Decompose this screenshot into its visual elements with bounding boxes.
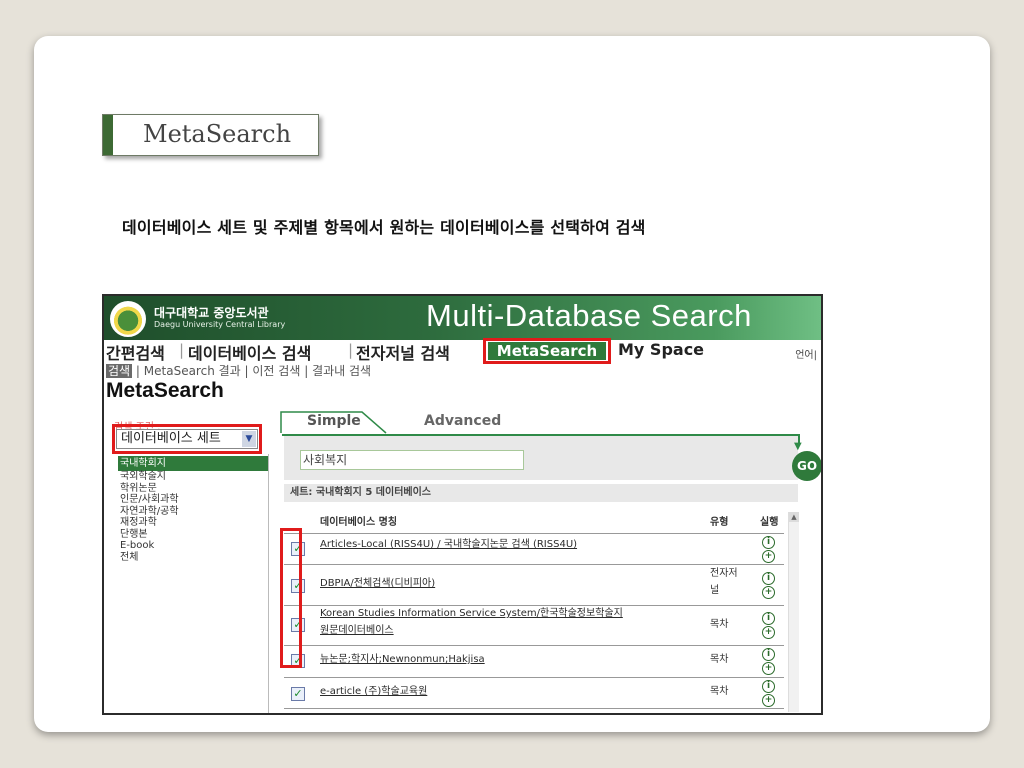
- category-item[interactable]: 인문/사회과학: [118, 494, 268, 506]
- language-link[interactable]: 언어|: [795, 346, 817, 361]
- row-type: 목차: [710, 686, 729, 697]
- database-link[interactable]: 뉴논문;학지사;Newnonmun;Hakjisa: [320, 651, 485, 668]
- main-nav: 간편검색 | 데이터베이스 검색 | 전자저널 검색 My Space: [106, 340, 705, 364]
- tab-advanced[interactable]: Advanced: [424, 413, 501, 429]
- highlight-box-metasearch: [483, 338, 611, 364]
- header-action: 실행: [760, 517, 779, 528]
- table-header: 데이터베이스 명칭 유형 실행: [284, 513, 784, 529]
- tab-simple[interactable]: Simple: [280, 410, 387, 434]
- database-link[interactable]: e-article (주)학술교육원: [320, 683, 427, 700]
- category-item[interactable]: 자연과학/공학: [118, 506, 268, 518]
- add-icon[interactable]: +: [762, 662, 775, 675]
- info-icon[interactable]: i: [762, 680, 775, 693]
- banner-title: Multi-Database Search: [426, 298, 752, 333]
- table-row: ✓ DBPIA/전체검색(디비피아) 전자저 널 i +: [284, 564, 784, 603]
- info-icon[interactable]: i: [762, 648, 775, 661]
- row-type: 목차: [710, 619, 729, 630]
- set-info: 세트: 국내학회지 5 데이터베이스: [284, 484, 798, 502]
- category-item[interactable]: 전체: [118, 552, 268, 564]
- subnav-previous-search[interactable]: 이전 검색: [252, 364, 300, 378]
- database-link[interactable]: Articles-Local (RISS4U) / 국내학술지논문 검색 (RI…: [320, 536, 577, 553]
- category-list: 국내학회지 국외학술지 학위논문 인문/사회과학 자연과학/공학 재정과학 단행…: [118, 456, 268, 563]
- library-name-en: Daegu University Central Library: [154, 320, 286, 329]
- add-icon[interactable]: +: [762, 626, 775, 639]
- database-link[interactable]: DBPIA/전체검색(디비피아): [320, 575, 435, 592]
- info-icon[interactable]: i: [762, 612, 775, 625]
- slide-title: MetaSearch: [143, 120, 292, 148]
- category-item[interactable]: 재정과학: [118, 517, 268, 529]
- info-icon[interactable]: i: [762, 536, 775, 549]
- table-row: ✓ Korean Studies Information Service Sys…: [284, 605, 784, 644]
- embedded-screenshot: 대구대학교 중앙도서관 Daegu University Central Lib…: [102, 294, 823, 715]
- nav-database-search[interactable]: 데이터베이스 검색: [188, 340, 311, 364]
- row-type: 전자저: [710, 568, 738, 579]
- header-type: 유형: [710, 517, 729, 528]
- header-name: 데이터베이스 명칭: [320, 517, 398, 528]
- site-banner: 대구대학교 중앙도서관 Daegu University Central Lib…: [104, 296, 821, 340]
- table-row: ✓ e-article (주)학술교육원 목차 i +: [284, 677, 784, 709]
- title-accent-bar: [103, 115, 113, 155]
- search-input[interactable]: 사회복지: [300, 450, 524, 470]
- database-link-cont[interactable]: 원문데이터베이스: [320, 622, 394, 639]
- search-panel: 사회복지: [284, 436, 798, 480]
- highlight-box-checkboxes: [280, 528, 302, 668]
- nav-ejournal-search[interactable]: 전자저널 검색: [356, 340, 450, 364]
- category-item[interactable]: 국외학술지: [118, 471, 268, 483]
- arrow-down-icon: ▼: [794, 441, 802, 452]
- info-icon[interactable]: i: [762, 572, 775, 585]
- table-row: ✓ 뉴논문;학지사;Newnonmun;Hakjisa 목차 i +: [284, 645, 784, 676]
- go-button[interactable]: GO: [792, 451, 821, 481]
- slide-description: 데이터베이스 세트 및 주제별 항목에서 원하는 데이터베이스를 선택하여 검색: [122, 218, 646, 237]
- sidebar-divider: [268, 454, 269, 713]
- nav-my-space[interactable]: My Space: [618, 340, 704, 359]
- row-type: 목차: [710, 654, 729, 665]
- add-icon[interactable]: +: [762, 550, 775, 563]
- add-icon[interactable]: +: [762, 694, 775, 707]
- library-logo-icon[interactable]: [110, 301, 146, 337]
- row-type-cont: 널: [710, 585, 720, 596]
- library-name-ko: 대구대학교 중앙도서관: [154, 306, 269, 320]
- category-item[interactable]: 국내학회지: [118, 456, 268, 471]
- category-item[interactable]: 단행본: [118, 529, 268, 541]
- row-checkbox[interactable]: ✓: [291, 687, 305, 701]
- highlight-box-select: [112, 424, 262, 454]
- category-item[interactable]: 학위논문: [118, 483, 268, 495]
- scroll-up-icon[interactable]: ▲: [789, 512, 799, 522]
- subnav-search[interactable]: 검색: [106, 364, 133, 378]
- add-icon[interactable]: +: [762, 586, 775, 599]
- nav-simple-search[interactable]: 간편검색: [106, 340, 165, 364]
- database-link[interactable]: Korean Studies Information Service Syste…: [320, 605, 623, 622]
- table-row: ✓ Articles-Local (RISS4U) / 국내학술지논문 검색 (…: [284, 533, 784, 564]
- slide-title-box: MetaSearch: [102, 114, 319, 156]
- subnav-search-within[interactable]: 결과내 검색: [312, 364, 371, 378]
- tab-simple-label: Simple: [307, 413, 361, 429]
- table-scrollbar[interactable]: ▲: [788, 512, 799, 712]
- sub-nav: 검색 | MetaSearch 결과 | 이전 검색 | 결과내 검색: [106, 364, 372, 378]
- subnav-metasearch-results[interactable]: MetaSearch 결과: [144, 364, 241, 378]
- category-item[interactable]: E-book: [118, 540, 268, 552]
- page-heading: MetaSearch: [106, 379, 224, 402]
